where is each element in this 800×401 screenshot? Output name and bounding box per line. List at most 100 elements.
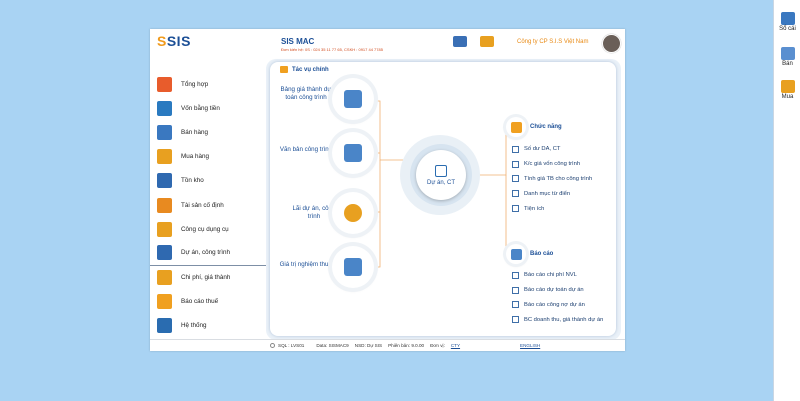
sidebar-item-label: Vốn bằng tiền <box>181 104 220 112</box>
sidebar-item-2[interactable]: Bán hàng <box>150 120 266 144</box>
reports-header: Báo cáo <box>506 244 553 264</box>
function-item-label: Tiện ích <box>524 205 545 212</box>
sidebar-item-icon <box>157 318 172 334</box>
sidebar-item-0[interactable]: Tổng hợp <box>150 72 266 96</box>
functions-icon <box>510 121 522 133</box>
sidebar-item-8[interactable]: Chi phí, giá thành <box>150 266 266 290</box>
report-item-1[interactable]: Báo cáo dự toán dự án <box>512 283 603 298</box>
sidebar-item-6[interactable]: Công cụ dụng cụ <box>150 217 266 241</box>
sidebar-item-label: Tài sản cố định <box>181 201 224 209</box>
mail-icon[interactable] <box>453 36 467 47</box>
function-item-label: Tính giá TB cho công trình <box>524 175 593 182</box>
node-acceptance[interactable] <box>332 246 374 288</box>
sidebar-item-3[interactable]: Mua hàng <box>150 145 266 169</box>
language-switch[interactable]: ENGLISH <box>520 343 540 348</box>
function-item-0[interactable]: Số dư DA, CT <box>512 142 592 157</box>
sidebar-item-label: Báo cáo thuế <box>181 298 219 306</box>
function-item-icon <box>512 190 519 198</box>
sidebar-item-1[interactable]: Vốn bằng tiền <box>150 96 266 120</box>
sidebar-item-label: Tồn kho <box>181 177 204 185</box>
function-item-icon <box>512 160 519 168</box>
reports-icon-wrap <box>506 244 526 264</box>
report-item-icon <box>512 301 519 309</box>
node-cost-estimate[interactable] <box>332 78 374 120</box>
sidebar-item-icon <box>157 294 172 310</box>
quick-access-bar: Sổ cái Bán Mua <box>773 0 800 401</box>
app-header: SSIS SIS MAC Đơn kiến hệ: 0S : 024 35 11… <box>150 29 625 61</box>
sidebar-item-10[interactable]: Hệ thống <box>150 314 266 338</box>
functions-icon-wrap <box>506 117 526 137</box>
report-item-label: Báo cáo chi phí NVL <box>524 272 577 279</box>
sale-icon <box>780 47 795 60</box>
document-icon <box>344 144 362 162</box>
quick-sale-button[interactable]: Bán <box>774 47 800 67</box>
report-item-label: BC doanh thu, giá thành dự án <box>524 316 604 323</box>
sidebar-item-7[interactable]: Dự án, công trình <box>150 241 266 266</box>
status-sql: SQL : LVS01 <box>270 343 310 349</box>
status-version: Phiên bản: 9.0.00 <box>388 343 425 348</box>
checklist-icon <box>344 258 362 276</box>
report-item-icon <box>512 286 519 294</box>
sidebar-item-icon <box>157 100 172 116</box>
report-item-3[interactable]: BC doanh thu, giá thành dự án <box>512 312 603 327</box>
function-item-4[interactable]: Tiện ích <box>512 201 592 216</box>
report-item-icon <box>512 316 519 324</box>
quick-purchase-button[interactable]: Mua <box>774 80 800 100</box>
report-item-label: Báo cáo dự toán dự án <box>524 287 584 294</box>
function-item-label: Danh mục từ điển <box>524 190 571 197</box>
sidebar-item-icon <box>157 124 172 140</box>
node-label-acceptance: Giá trị nghiệm thu <box>279 261 329 268</box>
sidebar-item-icon <box>157 173 172 189</box>
sidebar-item-icon <box>157 245 172 261</box>
status-data: Data: SISMAC9 <box>316 343 349 348</box>
sidebar-item-label: Tổng hợp <box>181 80 209 88</box>
status-bar: SQL : LVS01 Data: SISMAC9 NSD: Dự SIS Ph… <box>150 339 625 351</box>
sidebar-item-label: Chi phí, giá thành <box>181 274 231 282</box>
node-profit[interactable] <box>332 192 374 234</box>
user-avatar[interactable] <box>602 34 621 53</box>
report-item-2[interactable]: Báo cáo công nợ dự án <box>512 298 603 313</box>
reports-icon <box>510 248 522 260</box>
app-window: SSIS SIS MAC Đơn kiến hệ: 0S : 024 35 11… <box>150 29 625 351</box>
report-item-label: Báo cáo công nợ dự án <box>524 301 585 308</box>
function-item-1[interactable]: K/c giá vốn công trình <box>512 157 592 172</box>
node-label-documents: Văn bản công trình <box>279 146 333 153</box>
report-item-0[interactable]: Báo cáo chi phí NVL <box>512 268 603 283</box>
center-project-node[interactable]: Dự án, CT <box>416 150 466 200</box>
status-unit-value[interactable]: CTY <box>451 343 460 348</box>
delivery-icon[interactable] <box>480 36 494 47</box>
company-name: Công ty CP S.I.S Việt Nam <box>517 39 589 45</box>
function-item-label: K/c giá vốn công trình <box>524 161 581 168</box>
sidebar-item-icon <box>157 221 172 237</box>
sidebar-item-4[interactable]: Tồn kho <box>150 169 266 193</box>
functions-header: Chức năng <box>506 117 562 137</box>
function-item-icon <box>512 205 519 213</box>
function-item-icon <box>512 145 519 153</box>
sidebar-item-label: Bán hàng <box>181 128 208 136</box>
sidebar-item-label: Công cụ dụng cụ <box>181 225 229 233</box>
sidebar-item-label: Hệ thống <box>181 322 207 330</box>
sidebar-item-icon <box>157 197 172 213</box>
sidebar-item-label: Mua hàng <box>181 153 210 161</box>
app-contact: Đơn kiến hệ: 0S : 024 35 11 77 65, CSKH … <box>281 47 383 52</box>
node-label-profit: Lãi dự án, công trình <box>292 205 336 220</box>
sidebar-item-label: Dự án, công trình <box>181 249 231 257</box>
status-unit-label: Đơn vị: <box>430 343 445 348</box>
sidebar-item-icon <box>157 149 172 165</box>
report-item-icon <box>512 271 519 279</box>
quick-ledger-button[interactable]: Sổ cái <box>774 12 800 32</box>
sidebar: Tổng hợp Vốn bằng tiền Bán hàng Mua hàng Tồn… <box>150 72 266 338</box>
sidebar-item-9[interactable]: Báo cáo thuế <box>150 290 266 314</box>
node-documents[interactable] <box>332 132 374 174</box>
reports-list: Báo cáo chi phí NVL Báo cáo dự toán dự án… <box>512 268 603 327</box>
main-panel: Tác vụ chính Bảng giá thành dự toán công… <box>270 62 616 336</box>
sidebar-item-5[interactable]: Tài sản cố định <box>150 193 266 217</box>
money-bag-icon <box>344 204 362 222</box>
app-title: SIS MAC <box>281 37 315 46</box>
function-item-label: Số dư DA, CT <box>524 146 561 153</box>
function-item-2[interactable]: Tính giá TB cho công trình <box>512 172 592 187</box>
node-label-cost-estimate: Bảng giá thành dự toán công trình <box>280 86 332 101</box>
function-item-icon <box>512 175 519 183</box>
function-item-3[interactable]: Danh mục từ điển <box>512 186 592 201</box>
status-radio-icon <box>270 343 275 349</box>
